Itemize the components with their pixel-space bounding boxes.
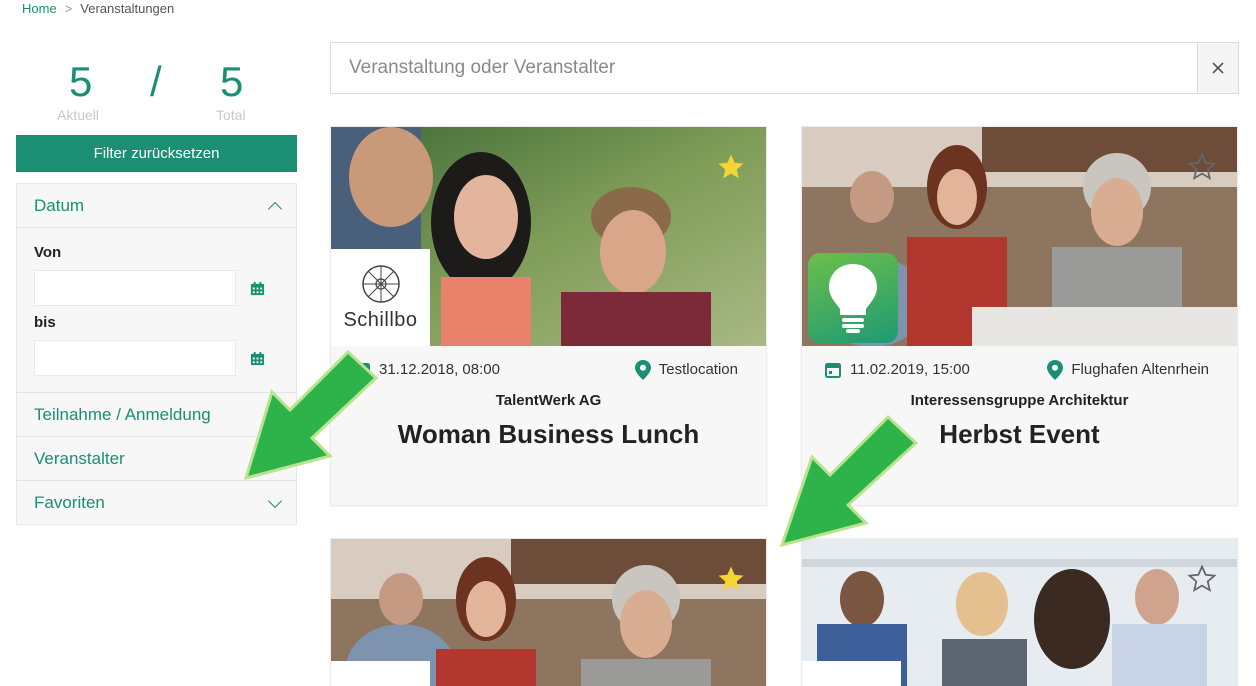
breadcrumb-home-link[interactable]: Home bbox=[22, 1, 57, 16]
event-image: Schillbo bbox=[331, 127, 766, 346]
filter-section-datum: Datum Von bis bbox=[17, 184, 296, 393]
calendar-icon bbox=[825, 362, 841, 378]
reset-filter-button[interactable]: Filter zurücksetzen bbox=[16, 135, 297, 172]
event-location: Testlocation bbox=[634, 359, 738, 380]
event-title: Herbst Event bbox=[939, 419, 1100, 449]
filter-label-favoriten: Favoriten bbox=[34, 492, 105, 512]
event-image bbox=[802, 539, 1237, 686]
results-counter: 5 / 5 Aktuell Total bbox=[16, 58, 297, 124]
close-icon bbox=[1212, 62, 1224, 74]
event-date-text: 31.12.2018, 08:00 bbox=[379, 361, 500, 378]
breadcrumb-separator: > bbox=[64, 1, 73, 16]
filter-header-veranstalter[interactable]: Veranstalter bbox=[17, 437, 296, 480]
search-clear-button[interactable] bbox=[1197, 43, 1238, 93]
event-card[interactable]: Schillbo 31.12.2018, 08:00 Testlocation … bbox=[330, 126, 767, 506]
search-input[interactable] bbox=[331, 43, 1197, 93]
current-count: 5 bbox=[69, 58, 93, 105]
chevron-down-icon bbox=[267, 493, 283, 508]
event-image bbox=[802, 127, 1237, 346]
total-count: 5 bbox=[220, 58, 244, 105]
von-date-input[interactable] bbox=[34, 270, 236, 306]
event-card[interactable] bbox=[330, 538, 767, 686]
organizer-logo: Schillbo bbox=[331, 249, 430, 346]
event-date: 31.12.2018, 08:00 bbox=[353, 361, 500, 379]
event-meta: 31.12.2018, 08:00 Testlocation bbox=[331, 346, 766, 393]
star-icon[interactable] bbox=[1187, 564, 1217, 594]
calendar-icon[interactable] bbox=[250, 281, 265, 296]
breadcrumb: Home > Veranstaltungen bbox=[22, 1, 174, 16]
event-image bbox=[331, 539, 766, 686]
chevron-down-icon bbox=[267, 449, 283, 464]
event-photo bbox=[802, 539, 1237, 686]
event-organizer: Interessensgruppe Architektur bbox=[910, 392, 1129, 409]
filter-label-teilnahme: Teilnahme / Anmeldung bbox=[34, 404, 211, 424]
current-count-label: Aktuell bbox=[57, 107, 100, 123]
wheel-logo-icon bbox=[361, 265, 400, 303]
bis-date-input[interactable] bbox=[34, 340, 236, 376]
map-pin-icon bbox=[634, 359, 651, 380]
filter-section-veranstalter: Veranstalter bbox=[17, 437, 296, 481]
filter-header-favoriten[interactable]: Favoriten bbox=[17, 481, 296, 524]
map-pin-icon bbox=[1047, 359, 1064, 380]
filter-label-veranstalter: Veranstalter bbox=[34, 448, 125, 468]
star-icon[interactable] bbox=[716, 564, 746, 594]
breadcrumb-current: Veranstaltungen bbox=[80, 1, 175, 16]
calendar-icon[interactable] bbox=[250, 351, 265, 366]
filter-label-datum: Datum bbox=[34, 195, 85, 215]
bis-label: bis bbox=[34, 314, 56, 331]
datum-filter-body: Von bis bbox=[17, 227, 296, 392]
lightbulb-icon bbox=[829, 264, 877, 333]
event-date-text: 11.02.2019, 15:00 bbox=[850, 361, 970, 378]
event-location: Flughafen Altenrhein bbox=[1047, 359, 1209, 380]
filter-section-favoriten: Favoriten bbox=[17, 481, 296, 524]
filter-header-datum[interactable]: Datum bbox=[17, 184, 296, 227]
event-location-text: Testlocation bbox=[658, 361, 738, 378]
total-count-label: Total bbox=[216, 107, 246, 123]
organizer-logo bbox=[808, 253, 898, 343]
event-organizer: TalentWerk AG bbox=[495, 392, 602, 409]
organizer-logo-text: Schillbo bbox=[343, 309, 418, 331]
event-card[interactable]: 11.02.2019, 15:00 Flughafen Altenrhein I… bbox=[801, 126, 1238, 506]
von-label: Von bbox=[34, 244, 62, 261]
filter-section-teilnahme: Teilnahme / Anmeldung bbox=[17, 393, 296, 437]
star-icon[interactable] bbox=[716, 152, 746, 182]
chevron-up-icon bbox=[267, 201, 283, 216]
filter-header-teilnahme[interactable]: Teilnahme / Anmeldung bbox=[17, 393, 296, 436]
calendar-icon bbox=[354, 362, 370, 378]
counter-separator: / bbox=[150, 58, 162, 105]
star-icon[interactable] bbox=[1187, 152, 1217, 182]
event-card[interactable] bbox=[801, 538, 1238, 686]
event-title: Woman Business Lunch bbox=[397, 419, 700, 449]
search-bar bbox=[330, 42, 1239, 94]
filter-panel: Datum Von bis Teilnahme / Anmeldung Vera… bbox=[16, 183, 297, 525]
chevron-down-icon bbox=[267, 405, 283, 420]
event-location-text: Flughafen Altenrhein bbox=[1071, 361, 1209, 378]
event-photo bbox=[331, 539, 766, 686]
event-meta: 11.02.2019, 15:00 Flughafen Altenrhein bbox=[802, 346, 1237, 393]
event-date: 11.02.2019, 15:00 bbox=[824, 361, 970, 379]
